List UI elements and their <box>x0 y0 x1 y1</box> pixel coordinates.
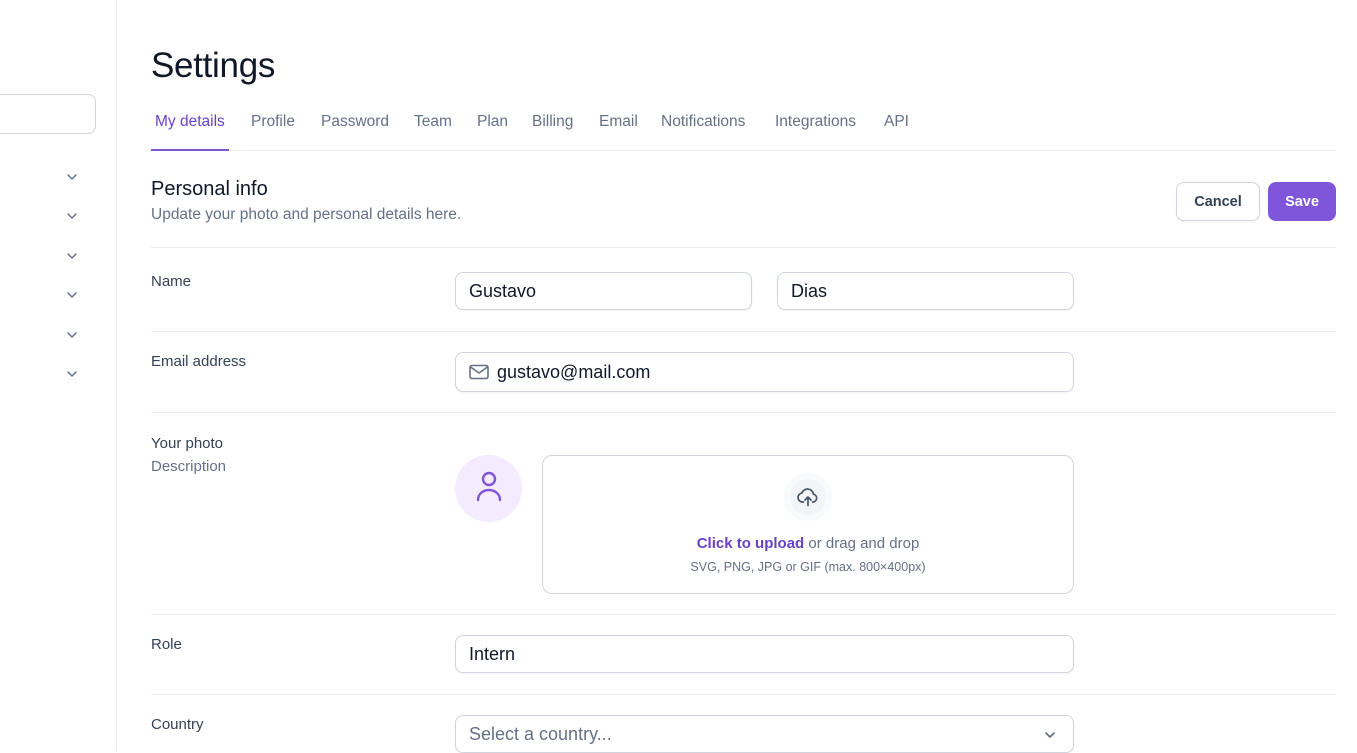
divider <box>151 247 1336 248</box>
chevron-down-icon <box>1041 726 1059 744</box>
tab-notifications[interactable]: Notifications <box>657 104 749 151</box>
role-label: Role <box>151 636 182 653</box>
section-subtitle: Update your photo and personal details h… <box>151 206 462 223</box>
tab-password[interactable]: Password <box>317 104 393 151</box>
divider <box>151 331 1336 332</box>
email-input[interactable]: gustavo@mail.com <box>455 352 1074 392</box>
country-select[interactable]: Select a country... <box>455 715 1074 753</box>
settings-tabs: My details Profile Password Team Plan Bi… <box>151 104 1336 151</box>
tab-integrations[interactable]: Integrations <box>771 104 860 151</box>
last-name-input[interactable]: Dias <box>777 272 1074 310</box>
upload-hint: SVG, PNG, JPG or GIF (max. 800×400px) <box>690 560 926 574</box>
save-button[interactable]: Save <box>1268 182 1336 221</box>
mail-icon <box>469 364 489 380</box>
sidebar-chevron-down-icon[interactable] <box>62 325 82 345</box>
file-upload-dropzone[interactable]: Click to upload or drag and drop SVG, PN… <box>542 455 1074 594</box>
sidebar-chevron-down-icon[interactable] <box>62 167 82 187</box>
user-icon <box>474 470 504 507</box>
avatar <box>455 455 522 522</box>
tab-team[interactable]: Team <box>410 104 456 151</box>
photo-description: Description <box>151 458 227 475</box>
name-label: Name <box>151 273 192 290</box>
page-title: Settings <box>151 46 276 85</box>
last-name-value: Dias <box>791 280 828 301</box>
tab-email[interactable]: Email <box>595 104 642 151</box>
sidebar-chevron-down-icon[interactable] <box>62 364 82 384</box>
tab-profile[interactable]: Profile <box>247 104 299 151</box>
divider <box>151 614 1336 615</box>
email-value: gustavo@mail.com <box>497 361 651 382</box>
upload-rest-text: or drag and drop <box>804 535 920 552</box>
role-input[interactable]: Intern <box>455 635 1074 673</box>
tab-billing[interactable]: Billing <box>528 104 577 151</box>
tab-plan[interactable]: Plan <box>473 104 512 151</box>
sidebar-chevron-down-icon[interactable] <box>62 246 82 266</box>
divider <box>151 412 1336 413</box>
click-to-upload-link[interactable]: Click to upload <box>697 535 805 552</box>
sidebar-search-input[interactable] <box>0 94 96 134</box>
divider <box>151 694 1336 695</box>
cancel-button[interactable]: Cancel <box>1176 182 1260 221</box>
role-value: Intern <box>469 643 516 664</box>
email-label: Email address <box>151 353 247 370</box>
upload-instructions: Click to upload or drag and drop <box>543 535 1073 552</box>
sidebar <box>0 0 117 750</box>
sidebar-chevron-down-icon[interactable] <box>62 206 82 226</box>
first-name-value: Gustavo <box>469 280 537 301</box>
country-label: Country <box>151 716 204 733</box>
upload-cloud-icon <box>784 473 832 521</box>
section-title: Personal info <box>151 178 268 200</box>
sidebar-chevron-down-icon[interactable] <box>62 285 82 305</box>
first-name-input[interactable]: Gustavo <box>455 272 752 310</box>
country-placeholder: Select a country... <box>469 723 612 744</box>
photo-label: Your photo <box>151 435 224 452</box>
tab-my-details[interactable]: My details <box>151 104 229 151</box>
tab-api[interactable]: API <box>880 104 913 151</box>
main-content: Settings My details Profile Password Tea… <box>151 0 1336 753</box>
